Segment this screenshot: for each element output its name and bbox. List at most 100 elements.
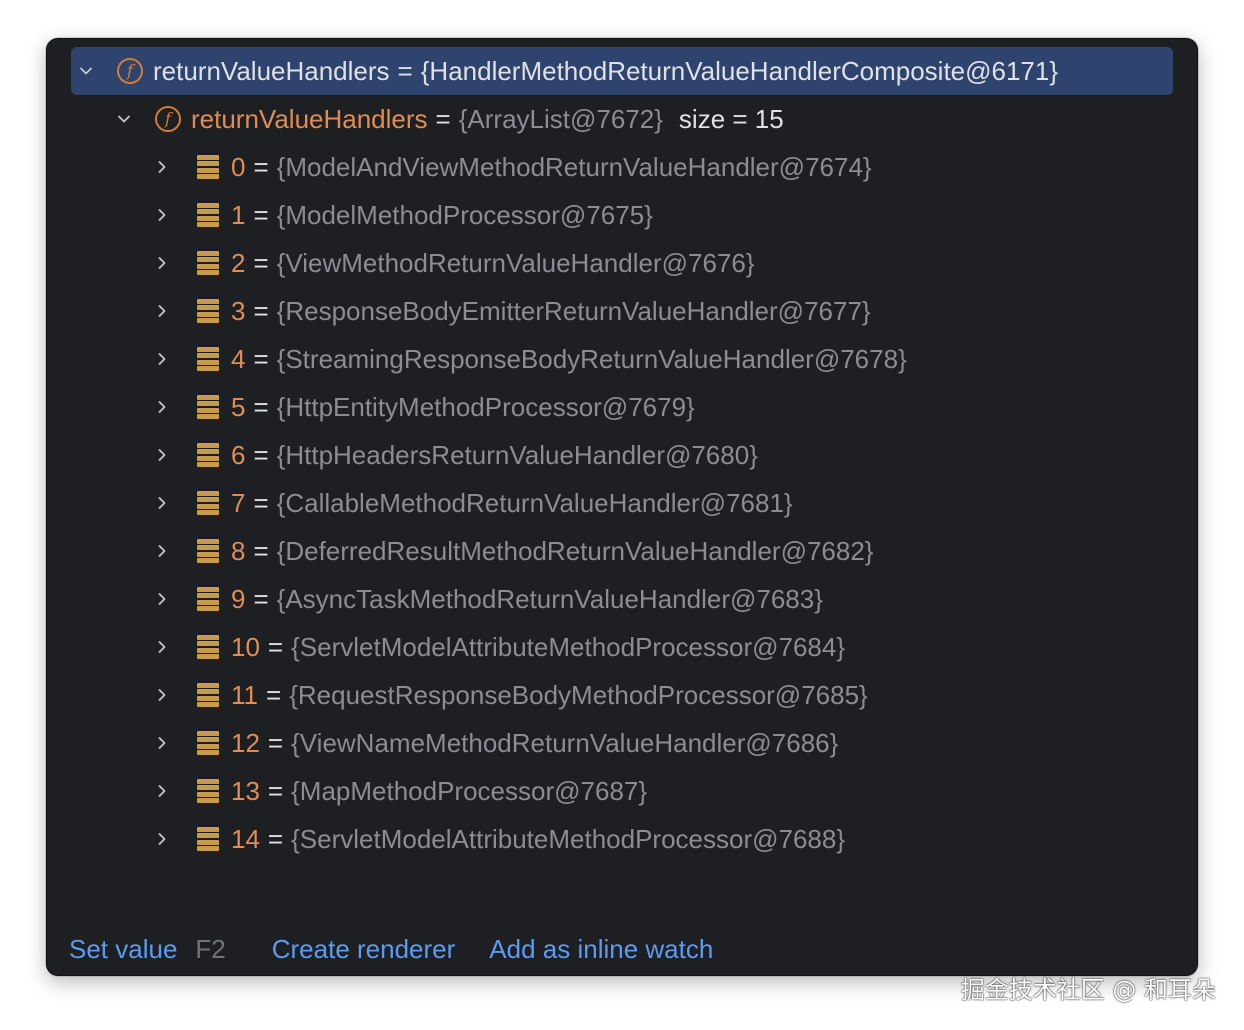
- item-index: 12: [231, 727, 260, 758]
- item-index: 11: [231, 679, 258, 710]
- item-index: 3: [231, 295, 246, 326]
- array-element-icon: [197, 347, 219, 371]
- tree-row-item[interactable]: 10 = {ServletModelAttributeMethodProcessor…: [47, 623, 1197, 671]
- item-equals: =: [253, 247, 269, 278]
- item-value: {ModelAndViewMethodReturnValueHandler@76…: [276, 151, 872, 182]
- item-index: 13: [231, 775, 260, 806]
- tree-row-item[interactable]: 6 = {HttpHeadersReturnValueHandler@7680}: [47, 431, 1197, 479]
- tree-row-item[interactable]: 3 = {ResponseBodyEmitterReturnValueHandler…: [47, 287, 1197, 335]
- array-element-icon: [197, 443, 219, 467]
- item-value: {ViewNameMethodReturnValueHandler@7686}: [291, 727, 839, 758]
- item-index: 0: [231, 151, 246, 182]
- tree-row-list[interactable]: f returnValueHandlers = {ArrayList@7672}…: [47, 95, 1197, 143]
- tree-row-item[interactable]: 4 = {StreamingResponseBodyReturnValueHandl…: [47, 335, 1197, 383]
- chevron-right-icon[interactable]: [151, 828, 173, 850]
- chevron-right-icon[interactable]: [151, 492, 173, 514]
- item-value: {HttpEntityMethodProcessor@7679}: [276, 391, 695, 422]
- item-value: {ModelMethodProcessor@7675}: [276, 199, 653, 230]
- add-inline-watch-link[interactable]: Add as inline watch: [489, 934, 713, 965]
- tree-row-root[interactable]: f returnValueHandlers = {HandlerMethodRe…: [71, 47, 1173, 95]
- item-equals: =: [267, 775, 284, 806]
- debugger-variables-popup: f returnValueHandlers = {HandlerMethodRe…: [46, 38, 1198, 976]
- array-element-icon: [197, 683, 219, 707]
- item-index: 14: [231, 823, 260, 854]
- chevron-down-icon[interactable]: [75, 60, 97, 82]
- item-value: {HttpHeadersReturnValueHandler@7680}: [276, 439, 758, 470]
- array-element-icon: [197, 779, 219, 803]
- item-equals: =: [253, 343, 269, 374]
- set-value-shortcut: F2: [195, 933, 226, 964]
- item-index: 2: [231, 247, 246, 278]
- array-element-icon: [197, 491, 219, 515]
- field-icon: f: [117, 58, 143, 84]
- watermark: 掘金技术社区 @ 和耳朵: [960, 976, 1216, 1004]
- item-equals: =: [253, 391, 269, 422]
- item-equals: =: [253, 439, 269, 470]
- field-icon: f: [155, 106, 181, 132]
- chevron-right-icon[interactable]: [151, 348, 173, 370]
- root-field-value: {HandlerMethodReturnValueHandlerComposit…: [420, 55, 1059, 86]
- chevron-right-icon[interactable]: [151, 396, 173, 418]
- array-element-icon: [197, 395, 219, 419]
- tree-row-item[interactable]: 14 = {ServletModelAttributeMethodProcessor…: [47, 815, 1197, 863]
- item-equals: =: [266, 679, 282, 710]
- tree-row-item[interactable]: 0 = {ModelAndViewMethodReturnValueHandler@…: [47, 143, 1197, 191]
- item-value: {ServletModelAttributeMethodProcessor@76…: [291, 631, 846, 662]
- tree-row-item[interactable]: 2 = {ViewMethodReturnValueHandler@7676}: [47, 239, 1197, 287]
- tree-row-item[interactable]: 1 = {ModelMethodProcessor@7675}: [47, 191, 1197, 239]
- item-value: {MapMethodProcessor@7687}: [291, 775, 648, 806]
- root-equals: =: [397, 55, 413, 86]
- item-equals: =: [253, 535, 269, 566]
- root-field-name: returnValueHandlers: [153, 55, 390, 86]
- chevron-right-icon[interactable]: [151, 540, 173, 562]
- item-index: 8: [231, 535, 246, 566]
- chevron-right-icon[interactable]: [151, 732, 173, 754]
- popup-footer: Set value F2 Create renderer Add as inli…: [69, 929, 1175, 969]
- chevron-right-icon[interactable]: [151, 684, 173, 706]
- item-index: 4: [231, 343, 246, 374]
- chevron-right-icon[interactable]: [151, 156, 173, 178]
- tree-row-item[interactable]: 11 = {RequestResponseBodyMethodProcessor@7…: [47, 671, 1197, 719]
- array-element-icon: [197, 539, 219, 563]
- item-value: {AsyncTaskMethodReturnValueHandler@7683}: [276, 583, 823, 614]
- tree-row-item[interactable]: 5 = {HttpEntityMethodProcessor@7679}: [47, 383, 1197, 431]
- tree-row-item[interactable]: 13 = {MapMethodProcessor@7687}: [47, 767, 1197, 815]
- chevron-right-icon[interactable]: [151, 636, 173, 658]
- set-value-link[interactable]: Set value: [69, 934, 177, 965]
- array-element-icon: [197, 155, 219, 179]
- item-equals: =: [267, 631, 284, 662]
- chevron-right-icon[interactable]: [151, 444, 173, 466]
- tree-row-item[interactable]: 9 = {AsyncTaskMethodReturnValueHandler@768…: [47, 575, 1197, 623]
- chevron-right-icon[interactable]: [151, 300, 173, 322]
- list-field-value: {ArrayList@7672}: [458, 103, 663, 134]
- item-equals: =: [253, 583, 269, 614]
- chevron-down-icon[interactable]: [113, 108, 135, 130]
- chevron-right-icon[interactable]: [151, 204, 173, 226]
- item-equals: =: [253, 151, 269, 182]
- array-element-icon: [197, 203, 219, 227]
- item-value: {DeferredResultMethodReturnValueHandler@…: [276, 535, 874, 566]
- item-value: {RequestResponseBodyMethodProcessor@7685…: [289, 679, 868, 710]
- item-index: 5: [231, 391, 246, 422]
- chevron-right-icon[interactable]: [151, 780, 173, 802]
- chevron-right-icon[interactable]: [151, 588, 173, 610]
- item-equals: =: [253, 199, 269, 230]
- item-value: {ResponseBodyEmitterReturnValueHandler@7…: [276, 295, 871, 326]
- item-equals: =: [267, 823, 284, 854]
- tree-row-item[interactable]: 8 = {DeferredResultMethodReturnValueHandle…: [47, 527, 1197, 575]
- array-element-icon: [197, 251, 219, 275]
- item-index: 10: [231, 631, 260, 662]
- create-renderer-link[interactable]: Create renderer: [272, 934, 456, 965]
- array-element-icon: [197, 587, 219, 611]
- item-equals: =: [253, 295, 269, 326]
- item-value: {ViewMethodReturnValueHandler@7676}: [276, 247, 755, 278]
- item-index: 1: [231, 199, 246, 230]
- tree-row-item[interactable]: 7 = {CallableMethodReturnValueHandler@7681…: [47, 479, 1197, 527]
- item-value: {StreamingResponseBodyReturnValueHandler…: [276, 343, 907, 374]
- chevron-right-icon[interactable]: [151, 252, 173, 274]
- array-element-icon: [197, 635, 219, 659]
- item-equals: =: [253, 487, 269, 518]
- list-equals: =: [435, 103, 451, 134]
- item-index: 9: [231, 583, 246, 614]
- tree-row-item[interactable]: 12 = {ViewNameMethodReturnValueHandler@768…: [47, 719, 1197, 767]
